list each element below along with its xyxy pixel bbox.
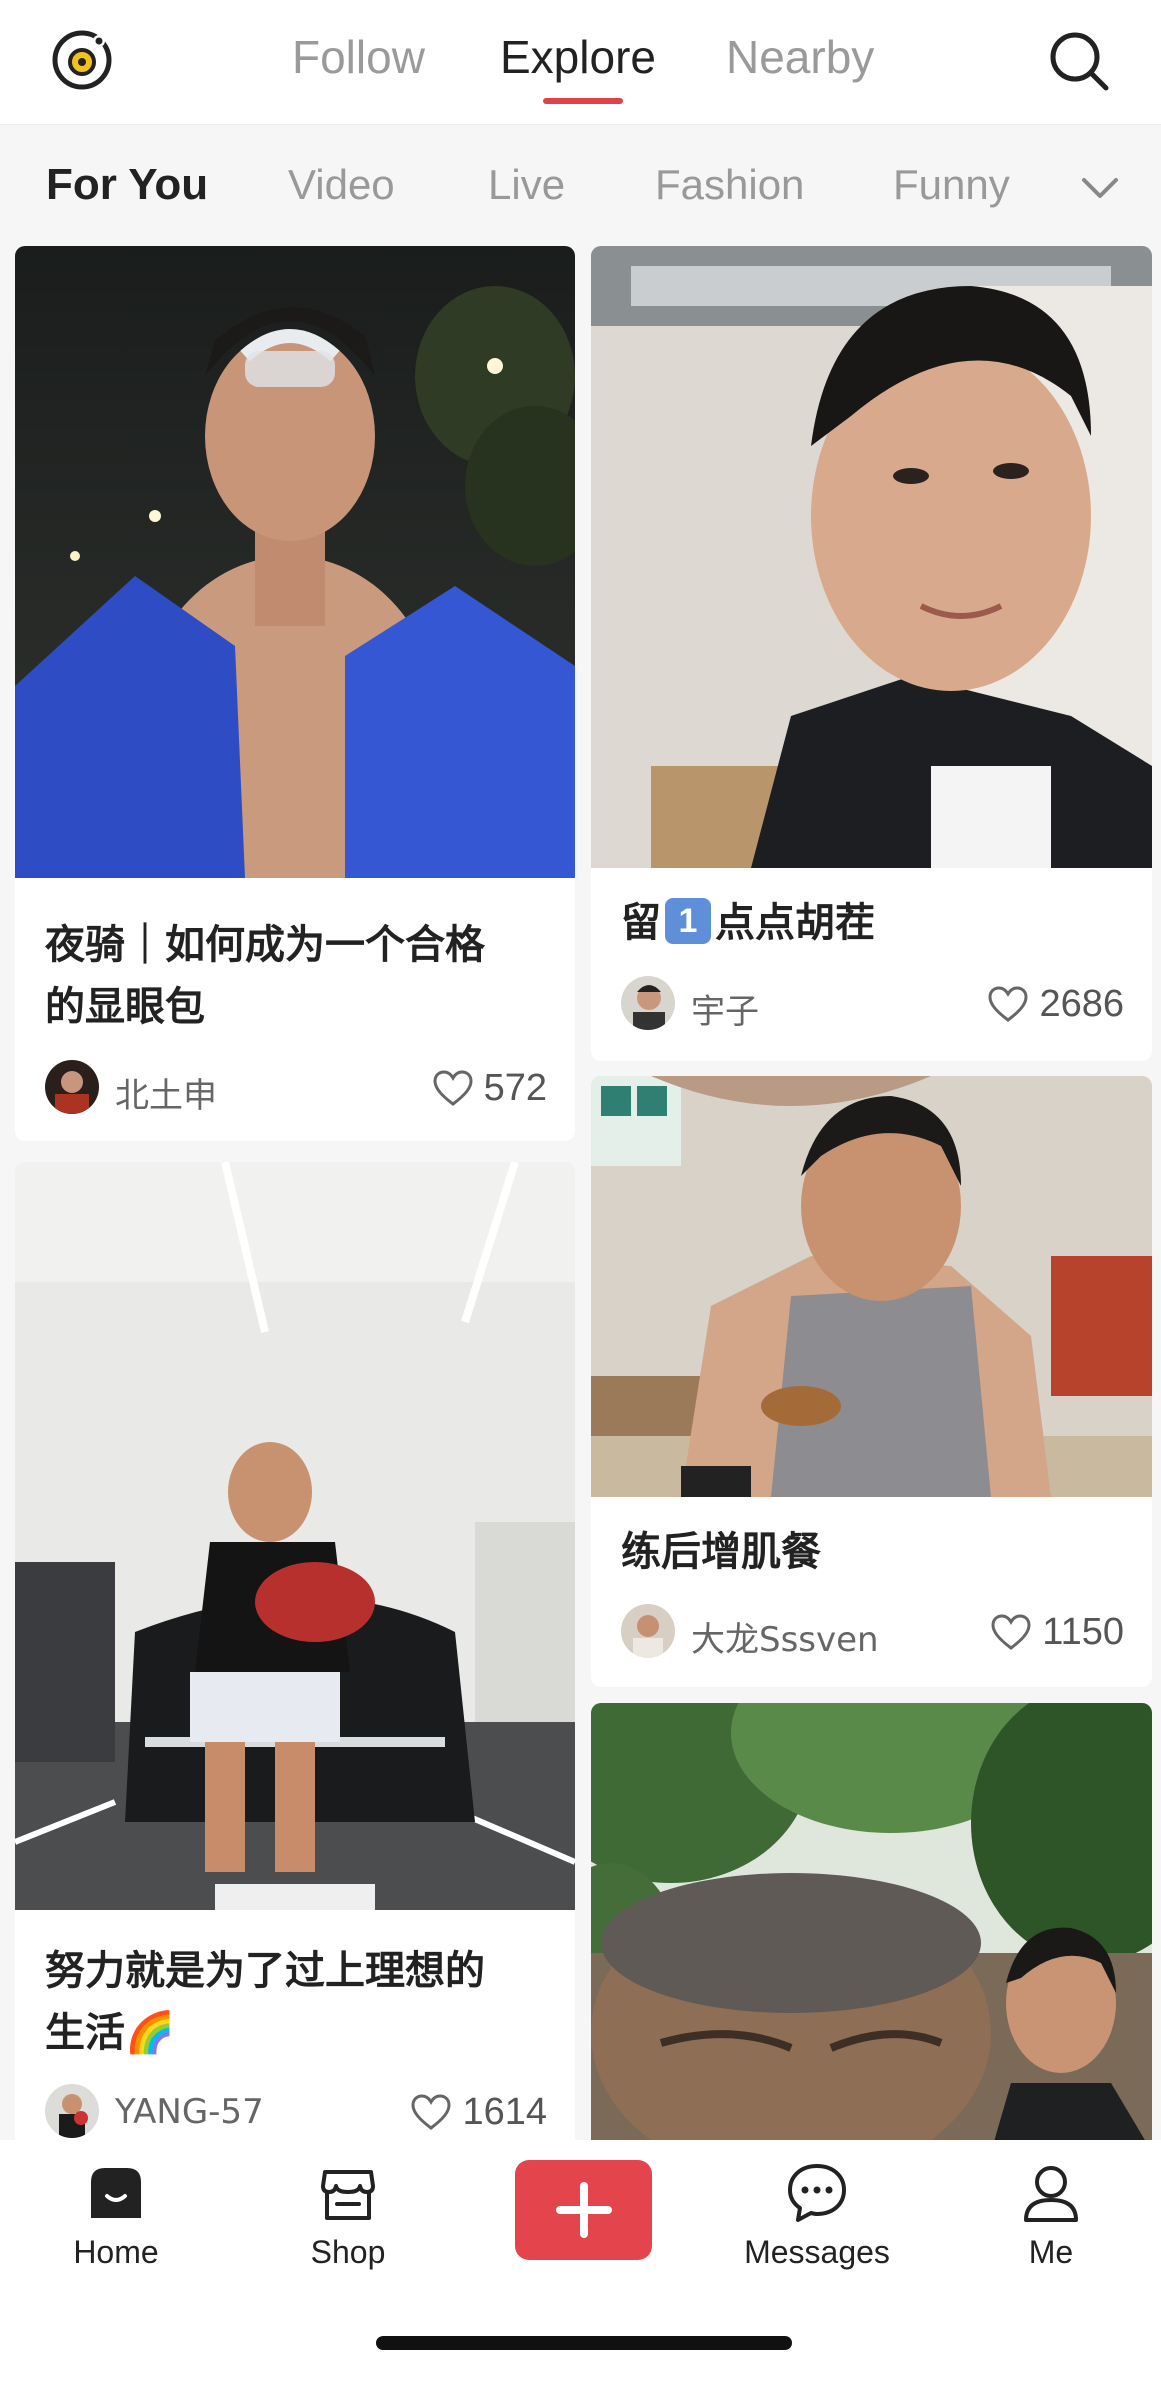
category-bar: For You Video Live Fashion Funny [0, 125, 1161, 245]
like-button[interactable]: 2686 [987, 980, 1124, 1028]
feed-card[interactable]: 练后增肌餐 大龙Sssven 1150 [591, 1076, 1152, 1687]
category-live[interactable]: Live [488, 161, 565, 209]
number-one-emoji: 1 [665, 898, 711, 944]
author-name[interactable]: 宇子 [691, 984, 759, 1033]
nav-home[interactable]: Home [36, 2160, 196, 2271]
feed-card[interactable] [591, 1703, 1152, 2152]
nav-label: Messages [744, 2234, 890, 2270]
add-post-button[interactable] [515, 2160, 652, 2260]
like-count: 572 [483, 1066, 547, 1109]
heart-icon [433, 1070, 473, 1106]
nav-label: Home [73, 2234, 159, 2270]
card-photo[interactable] [15, 246, 575, 878]
home-indicator[interactable] [376, 2336, 792, 2350]
like-button[interactable]: 1614 [410, 2088, 547, 2136]
card-title-line: 的显眼包 [45, 984, 205, 1030]
card-photo[interactable] [591, 1703, 1152, 2152]
tab-explore[interactable]: Explore [500, 30, 656, 84]
home-icon [91, 2168, 141, 2218]
app-logo-icon[interactable] [48, 26, 116, 94]
nav-me[interactable]: Me [971, 2160, 1131, 2271]
shop-icon [321, 2170, 375, 2220]
card-title: 留 1 点点胡茬 [621, 892, 1126, 954]
avatar[interactable] [45, 1060, 99, 1114]
card-title: 夜骑｜如何成为一个合格 的显眼包 [45, 914, 549, 1038]
heart-icon [411, 2094, 451, 2130]
card-photo[interactable] [591, 1076, 1152, 1497]
card-meta: 大龙Sssven 1150 [621, 1604, 1124, 1660]
card-title-line: 努力就是为了过上理想的 [45, 1948, 485, 1994]
nav-label: Me [1028, 2234, 1074, 2270]
author-name[interactable]: YANG-57 [115, 2092, 264, 2132]
card-photo[interactable] [15, 1162, 575, 1910]
card-title-line: 夜骑｜如何成为一个合格 [45, 922, 485, 968]
card-title: 练后增肌餐 [621, 1529, 821, 1575]
like-count: 1614 [462, 2090, 547, 2133]
tab-follow[interactable]: Follow [292, 30, 425, 84]
like-button[interactable]: 572 [432, 1064, 547, 1112]
category-fashion[interactable]: Fashion [655, 161, 804, 209]
feed-card[interactable]: 努力就是为了过上理想的 生活🌈 YANG-57 1614 [15, 1162, 575, 2152]
author-name[interactable]: 北土申 [115, 1068, 217, 1117]
like-count: 2686 [1039, 982, 1124, 1025]
top-bar: Follow Explore Nearby [0, 0, 1161, 125]
heart-icon [991, 1614, 1031, 1650]
card-meta: 宇子 2686 [621, 976, 1124, 1032]
card-photo[interactable] [591, 246, 1152, 868]
messages-icon [788, 2164, 846, 2222]
author-name[interactable]: 大龙Sssven [691, 1612, 879, 1661]
tab-nearby[interactable]: Nearby [726, 30, 874, 84]
card-title-text: 点点胡茬 [715, 900, 875, 946]
feed-card[interactable]: 留 1 点点胡茬 宇子 2686 [591, 246, 1152, 1061]
nav-label: Shop [310, 2234, 386, 2270]
active-tab-indicator [543, 98, 623, 104]
like-button[interactable]: 1150 [990, 1608, 1124, 1656]
nav-shop[interactable]: Shop [268, 2160, 428, 2271]
nav-messages[interactable]: Messages [737, 2160, 897, 2271]
avatar[interactable] [45, 2084, 99, 2138]
profile-icon [1024, 2166, 1078, 2222]
heart-icon [988, 986, 1028, 1022]
card-meta: YANG-57 1614 [45, 2084, 547, 2140]
avatar[interactable] [621, 976, 675, 1030]
category-funny[interactable]: Funny [893, 161, 1010, 209]
card-title-line: 生活🌈 [45, 2010, 175, 2056]
category-for-you[interactable]: For You [46, 160, 208, 210]
card-meta: 北土申 572 [45, 1060, 547, 1116]
like-count: 1150 [1042, 1610, 1124, 1653]
avatar[interactable] [621, 1604, 675, 1658]
card-title-text: 留 [621, 900, 661, 946]
plus-icon [556, 2182, 612, 2238]
card-title: 努力就是为了过上理想的 生活🌈 [45, 1940, 549, 2064]
feed-card[interactable]: 夜骑｜如何成为一个合格 的显眼包 北土申 572 [15, 246, 575, 1141]
category-video[interactable]: Video [288, 161, 395, 209]
chevron-down-icon[interactable] [1080, 173, 1120, 203]
search-icon[interactable] [1046, 28, 1112, 94]
